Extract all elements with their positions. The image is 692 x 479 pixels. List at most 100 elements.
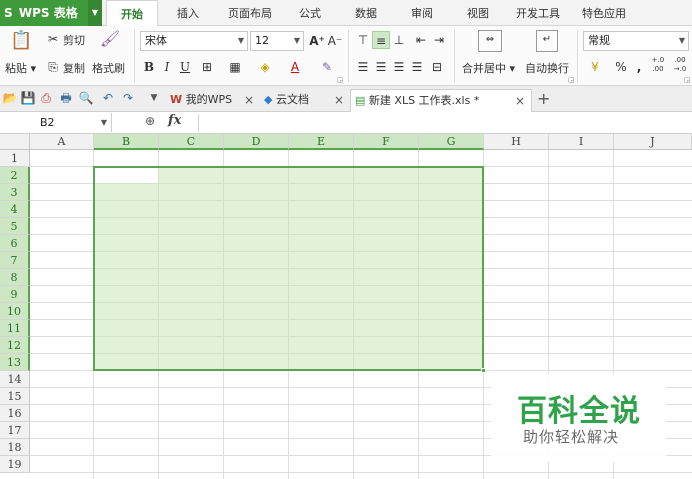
export-pdf-icon[interactable]: ⎙ [38, 90, 54, 106]
row-header-4[interactable]: 4 [0, 201, 30, 218]
column-header-j[interactable]: J [614, 134, 692, 150]
alignment-dialog-launcher-icon[interactable]: ◲ [568, 76, 575, 84]
save-icon[interactable]: 💾 [20, 90, 36, 106]
print-preview-icon[interactable]: 🔍 [78, 90, 94, 106]
italic-button[interactable]: I [158, 58, 176, 76]
clear-format-icon[interactable]: ✎ [318, 58, 336, 76]
undo-icon[interactable]: ↶ [100, 90, 116, 106]
menu-tab-data[interactable]: 数据 [346, 0, 386, 26]
customize-toolbar-icon[interactable]: ▼ [146, 90, 162, 106]
font-color-button[interactable]: A [286, 58, 304, 76]
row-header-5[interactable]: 5 [0, 218, 30, 235]
row-header-13[interactable]: 13 [0, 354, 30, 371]
fill-handle[interactable] [481, 368, 486, 373]
tab-new-xls[interactable]: ▤ 新建 XLS 工作表.xls * × [350, 89, 532, 112]
zoom-formula-icon[interactable]: ⊕ [145, 114, 155, 128]
add-tab-button[interactable]: + [537, 90, 550, 108]
distributed-icon[interactable]: ⊟ [428, 58, 446, 76]
menu-tab-formulas[interactable]: 公式 [290, 0, 330, 26]
row-header-1[interactable]: 1 [0, 150, 30, 167]
row-header-3[interactable]: 3 [0, 184, 30, 201]
cut-button[interactable]: 剪切 [63, 32, 85, 48]
menu-tab-page-layout[interactable]: 页面布局 [220, 0, 280, 26]
active-cell-b2[interactable] [95, 168, 158, 183]
close-icon[interactable]: × [515, 90, 525, 112]
close-icon[interactable]: × [244, 89, 254, 111]
menu-tab-view[interactable]: 视图 [458, 0, 498, 26]
align-left-icon[interactable]: ☰ [354, 58, 372, 76]
row-header-6[interactable]: 6 [0, 235, 30, 252]
row-header-7[interactable]: 7 [0, 252, 30, 269]
name-box[interactable]: B2 ▼ [0, 113, 112, 132]
font-dialog-launcher-icon[interactable]: ◲ [337, 76, 344, 84]
increase-indent-icon[interactable]: ⇥ [430, 31, 448, 49]
open-folder-icon[interactable]: 📂 [2, 90, 18, 106]
column-header-i[interactable]: I [549, 134, 614, 150]
app-menu-button[interactable]: S WPS 表格 ▼ [0, 0, 102, 26]
menu-tab-developer[interactable]: 开发工具 [508, 0, 568, 26]
paste-icon[interactable]: 📋 [10, 32, 32, 56]
selected-range[interactable] [93, 166, 484, 371]
row-header-15[interactable]: 15 [0, 388, 30, 405]
copy-icon[interactable]: ⎘ [44, 58, 62, 76]
row-header-11[interactable]: 11 [0, 320, 30, 337]
number-dialog-launcher-icon[interactable]: ◲ [684, 76, 691, 84]
font-size-select[interactable]: 12 ▼ [250, 31, 304, 51]
border-icon[interactable]: ⊞ [198, 58, 216, 76]
increase-decimal-button[interactable]: +.0 .00 [648, 56, 668, 74]
row-header-8[interactable]: 8 [0, 269, 30, 286]
align-bottom-icon[interactable]: ⊥ [390, 31, 408, 49]
row-header-16[interactable]: 16 [0, 405, 30, 422]
formula-input[interactable] [202, 114, 688, 132]
decrease-indent-icon[interactable]: ⇤ [412, 31, 430, 49]
row-header-2[interactable]: 2 [0, 167, 30, 184]
format-painter-button[interactable]: 格式刷 [92, 60, 125, 76]
grow-font-button[interactable]: A⁺ [308, 32, 326, 50]
merge-center-button[interactable]: 合并居中 ▾ [462, 60, 515, 76]
menu-tab-review[interactable]: 审阅 [402, 0, 442, 26]
justify-icon[interactable]: ☰ [408, 58, 426, 76]
font-name-select[interactable]: 宋体 ▼ [140, 31, 248, 51]
cell-style-icon[interactable]: ▦ [226, 58, 244, 76]
menu-tab-special[interactable]: 特色应用 [574, 0, 634, 26]
wrap-text-icon[interactable]: ↵ [536, 30, 558, 52]
underline-button[interactable]: U [176, 58, 194, 76]
row-header-10[interactable]: 10 [0, 303, 30, 320]
scissors-icon[interactable]: ✂ [44, 30, 62, 48]
row-header-18[interactable]: 18 [0, 439, 30, 456]
percent-button[interactable]: % [612, 58, 630, 76]
row-header-9[interactable]: 9 [0, 286, 30, 303]
row-header-19[interactable]: 19 [0, 456, 30, 473]
column-header-h[interactable]: H [484, 134, 549, 150]
wrap-text-button[interactable]: 自动换行 [525, 60, 569, 76]
number-format-select[interactable]: 常规 ▼ [583, 31, 689, 51]
row-header-14[interactable]: 14 [0, 371, 30, 388]
column-header-c[interactable]: C [159, 134, 224, 150]
close-icon[interactable]: × [334, 89, 344, 111]
column-header-f[interactable]: F [354, 134, 419, 150]
paste-button[interactable]: 粘贴 ▾ [5, 60, 36, 76]
bold-button[interactable]: B [140, 58, 158, 76]
row-header-17[interactable]: 17 [0, 422, 30, 439]
shrink-font-button[interactable]: A⁻ [326, 32, 344, 50]
print-icon[interactable]: 🖶 [58, 90, 74, 106]
align-center-icon[interactable]: ☰ [372, 58, 390, 76]
currency-format-icon[interactable]: ¥ [586, 58, 604, 76]
merge-center-icon[interactable]: ⇔ [478, 30, 502, 52]
align-middle-icon[interactable]: ≡ [372, 31, 390, 49]
select-all-corner[interactable] [0, 134, 30, 150]
insert-function-button[interactable]: fx [168, 113, 181, 128]
comma-button[interactable]: , [630, 58, 648, 76]
redo-icon[interactable]: ↷ [120, 90, 136, 106]
format-painter-icon[interactable]: 🖌 [98, 30, 122, 52]
column-header-e[interactable]: E [289, 134, 354, 150]
tab-cloud-docs[interactable]: ◆ 云文档 × [260, 89, 350, 112]
row-header-12[interactable]: 12 [0, 337, 30, 354]
copy-button[interactable]: 复制 [63, 60, 85, 76]
align-right-icon[interactable]: ☰ [390, 58, 408, 76]
menu-tab-insert[interactable]: 插入 [166, 0, 210, 26]
column-header-g[interactable]: G [419, 134, 484, 150]
menu-tab-home[interactable]: 开始 [106, 0, 158, 27]
decrease-decimal-button[interactable]: .00 →.0 [670, 56, 690, 74]
column-header-b[interactable]: B [94, 134, 159, 150]
